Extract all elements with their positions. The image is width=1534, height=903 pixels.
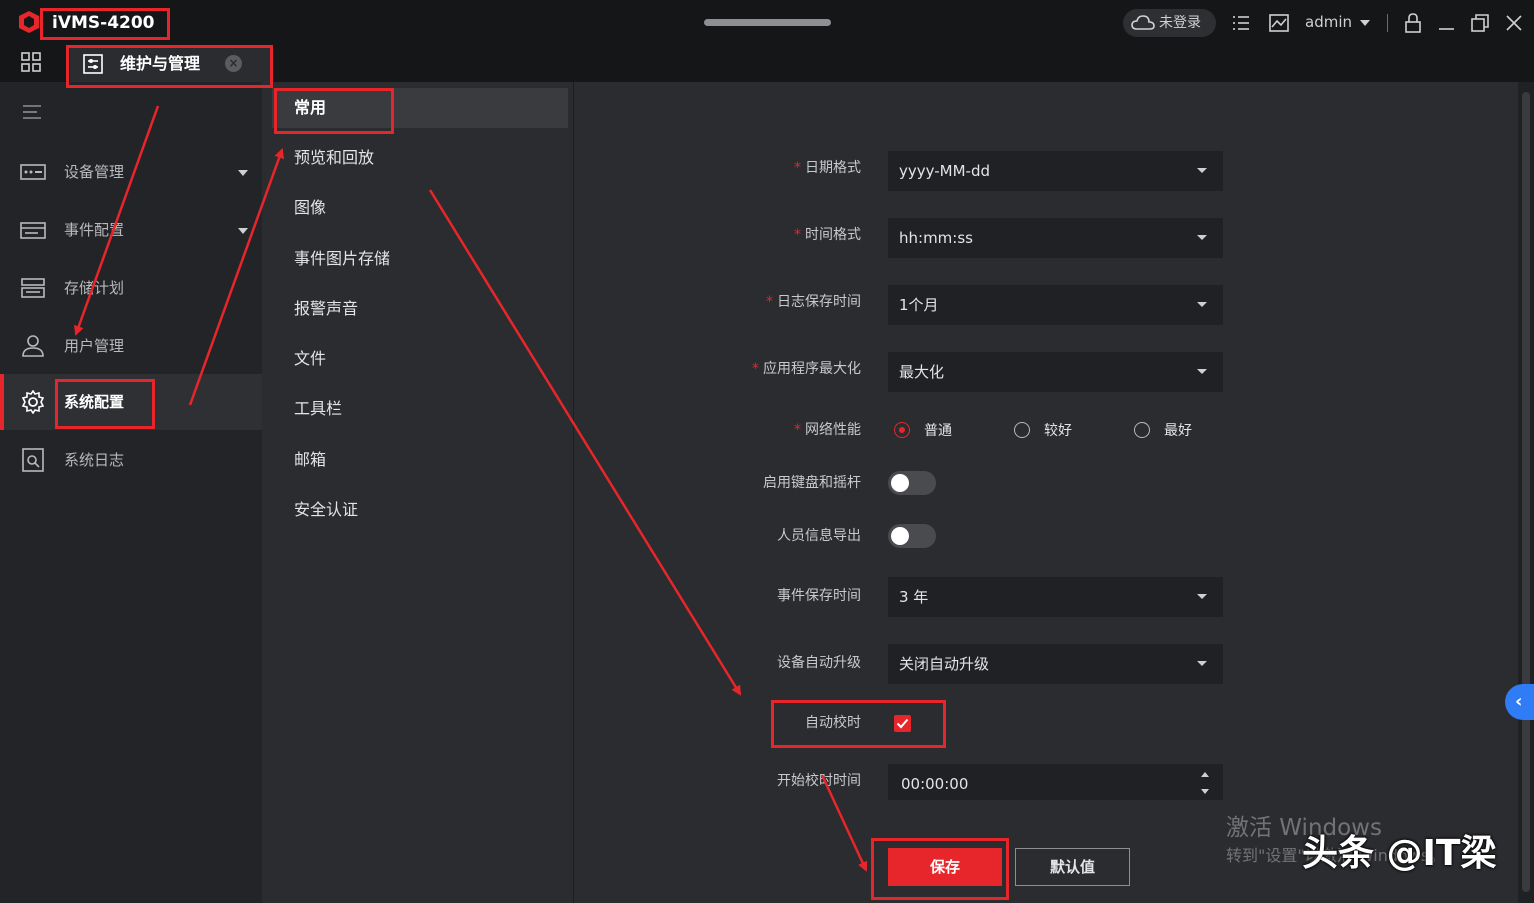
toggle-knob xyxy=(891,527,909,545)
sidebar-item-label: 用户管理 xyxy=(64,337,125,355)
submenu-item-event-picture-storage[interactable]: 事件图片存储 xyxy=(272,239,568,279)
toggle-knob xyxy=(891,474,909,492)
chevron-down-icon xyxy=(1197,235,1207,240)
submenu-item-alarm-sound[interactable]: 报警声音 xyxy=(272,289,568,329)
app-window: iVMS-4200 未登录 admin 维护与管理 × 设备管理 事件配置 存储… xyxy=(0,0,1534,903)
date-format-value: yyyy-MM-dd xyxy=(899,162,990,180)
event-retention-value: 3 年 xyxy=(899,588,929,606)
cloud-icon xyxy=(1131,15,1155,30)
chevron-down-icon xyxy=(238,170,248,176)
chevron-down-icon xyxy=(1197,369,1207,374)
chevron-down-icon xyxy=(1197,302,1207,307)
event-retention-select[interactable]: 3 年 xyxy=(888,577,1223,617)
device-icon xyxy=(20,164,46,180)
network-radio-normal[interactable]: 普通 xyxy=(894,421,952,441)
date-format-label: * 日期格式 xyxy=(794,160,861,176)
radio-dot xyxy=(894,422,910,438)
network-radio-better[interactable]: 较好 xyxy=(1014,421,1072,441)
default-button[interactable]: 默认值 xyxy=(1015,848,1130,886)
sidebar-item-storage-schedule[interactable]: 存储计划 xyxy=(0,260,262,316)
storage-icon xyxy=(21,278,45,298)
keyboard-joystick-label: 启用键盘和摇杆 xyxy=(763,475,861,491)
author-watermark: 头条 @IT梁 xyxy=(1302,833,1497,874)
divider xyxy=(1387,14,1388,32)
monitor-icon[interactable] xyxy=(1268,12,1290,34)
close-icon[interactable] xyxy=(1503,12,1525,34)
restore-icon[interactable] xyxy=(1469,12,1491,34)
chevron-down-icon xyxy=(1197,168,1207,173)
login-status-button[interactable]: 未登录 xyxy=(1123,9,1216,37)
sidebar-item-label: 设备管理 xyxy=(64,163,125,181)
submenu-item-security-auth[interactable]: 安全认证 xyxy=(272,490,568,530)
submenu-item-file[interactable]: 文件 xyxy=(272,339,568,379)
log-retention-value: 1个月 xyxy=(899,296,939,314)
log-retention-select[interactable]: 1个月 xyxy=(888,285,1223,325)
login-status-label: 未登录 xyxy=(1159,15,1201,31)
menu-toggle-icon[interactable] xyxy=(22,104,42,120)
sidebar-item-label: 事件配置 xyxy=(64,221,125,239)
minimize-icon[interactable] xyxy=(1436,12,1458,34)
chevron-down-icon xyxy=(1197,661,1207,666)
sidebar-item-event-config[interactable]: 事件配置 xyxy=(0,202,262,258)
time-format-select[interactable]: hh:mm:ss xyxy=(888,218,1223,258)
scrollbar-thumb[interactable] xyxy=(1522,92,1530,892)
log-icon xyxy=(22,448,44,472)
annotation-box-app-title xyxy=(40,8,170,40)
network-radio-best[interactable]: 最好 xyxy=(1134,421,1192,441)
auto-upgrade-value: 关闭自动升级 xyxy=(899,655,990,673)
sync-start-time-value: 00:00:00 xyxy=(901,775,969,793)
radio-dot xyxy=(1014,422,1030,438)
event-retention-label: 事件保存时间 xyxy=(777,588,861,604)
annotation-box-system-config xyxy=(55,379,155,429)
annotation-box-general xyxy=(274,88,394,134)
user-dropdown-icon[interactable] xyxy=(1360,20,1370,26)
submenu-item-image[interactable]: 图像 xyxy=(272,188,568,228)
personnel-export-toggle[interactable] xyxy=(888,524,936,548)
radio-dot xyxy=(1134,422,1150,438)
user-name[interactable]: admin xyxy=(1305,11,1352,33)
left-sidebar: 设备管理 事件配置 存储计划 用户管理 系统配置 系统日志 xyxy=(0,82,262,903)
submenu-item-toolbar[interactable]: 工具栏 xyxy=(272,389,568,429)
chevron-down-icon xyxy=(238,228,248,234)
list-icon[interactable] xyxy=(1230,12,1252,34)
annotation-box-save xyxy=(871,838,1009,900)
sidebar-item-label: 存储计划 xyxy=(64,279,125,297)
app-maximize-select[interactable]: 最大化 xyxy=(888,352,1223,392)
chevron-down-icon xyxy=(1197,594,1207,599)
lock-icon[interactable] xyxy=(1402,12,1424,34)
auto-upgrade-label: 设备自动升级 xyxy=(777,655,861,671)
sidebar-item-user-management[interactable]: 用户管理 xyxy=(0,318,262,374)
app-maximize-value: 最大化 xyxy=(899,363,945,381)
time-format-label: * 时间格式 xyxy=(794,227,861,243)
annotation-box-tab xyxy=(66,45,273,88)
user-icon xyxy=(22,335,44,357)
annotation-box-auto-time-sync xyxy=(771,700,946,748)
hikvision-logo-icon xyxy=(19,11,39,33)
sidebar-item-system-log[interactable]: 系统日志 xyxy=(0,432,262,488)
auto-upgrade-select[interactable]: 关闭自动升级 xyxy=(888,644,1223,684)
keyboard-joystick-toggle[interactable] xyxy=(888,471,936,495)
sync-start-time-label: 开始校时时间 xyxy=(777,773,861,789)
submenu-item-preview-playback[interactable]: 预览和回放 xyxy=(272,138,568,178)
app-maximize-label: * 应用程序最大化 xyxy=(752,361,861,377)
event-icon xyxy=(20,222,46,239)
drag-handle[interactable] xyxy=(704,19,831,26)
apps-grid-icon[interactable] xyxy=(20,51,42,73)
sidebar-item-label: 系统日志 xyxy=(64,451,125,469)
personnel-export-label: 人员信息导出 xyxy=(777,528,861,544)
time-format-value: hh:mm:ss xyxy=(899,229,973,247)
collapse-panel-button[interactable]: ‹ xyxy=(1505,684,1534,720)
spin-up-icon[interactable] xyxy=(1201,772,1209,777)
sync-start-time-input[interactable]: 00:00:00 xyxy=(888,764,1223,800)
network-performance-label: * 网络性能 xyxy=(794,422,861,438)
gear-icon xyxy=(21,390,45,414)
log-retention-label: * 日志保存时间 xyxy=(766,294,861,310)
sidebar-item-device-management[interactable]: 设备管理 xyxy=(0,144,262,200)
submenu-item-email[interactable]: 邮箱 xyxy=(272,440,568,480)
date-format-select[interactable]: yyyy-MM-dd xyxy=(888,151,1223,191)
config-submenu: 常用 预览和回放 图像 事件图片存储 报警声音 文件 工具栏 邮箱 安全认证 xyxy=(262,82,574,903)
spin-down-icon[interactable] xyxy=(1201,789,1209,794)
